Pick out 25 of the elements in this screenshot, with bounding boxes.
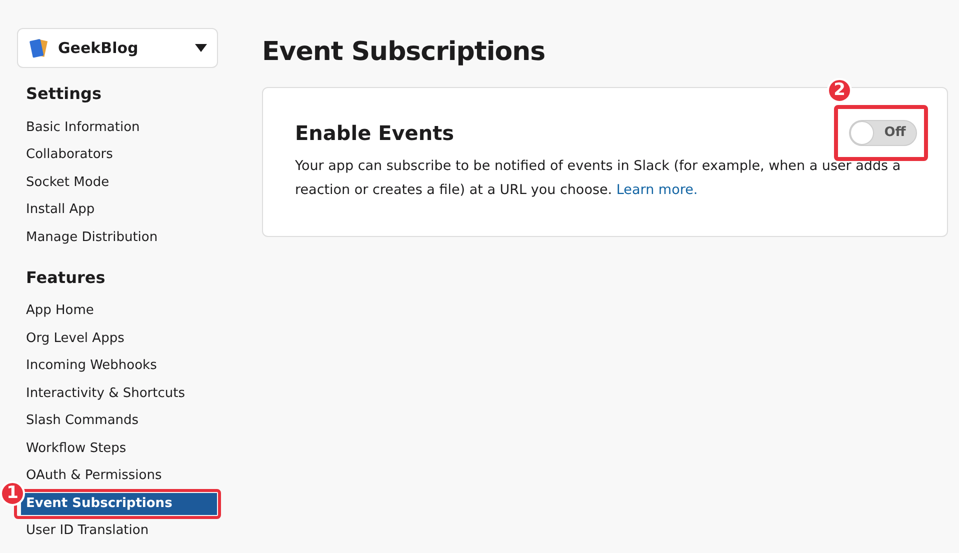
step-badge: 2 — [827, 78, 852, 103]
card-title: Enable Events — [295, 120, 454, 147]
section-heading: Settings — [25, 83, 103, 105]
sidebar-item[interactable]: Basic Information — [21, 116, 217, 139]
app-selector[interactable]: GeekBlog — [17, 28, 218, 68]
sidebar-item[interactable]: Workflow Steps — [21, 438, 217, 460]
sidebar-item[interactable]: User ID Translation — [21, 520, 217, 542]
sidebar-item[interactable]: Interactivity & Shortcuts — [21, 382, 217, 405]
step-badge: 1 — [0, 481, 25, 506]
sidebar-item[interactable]: Manage Distribution — [21, 226, 217, 249]
card-description: Your app can subscribe to be notified of events in Slack (for example, when a user adds a reaction or creates a file) at a URL you choose. Learn more. — [295, 157, 902, 200]
learn-more-link[interactable]: Learn more. — [616, 182, 698, 198]
sidebar-item[interactable]: Slash Commands — [21, 410, 217, 432]
notebook-icon — [28, 37, 50, 59]
sidebar-item[interactable]: Install App — [21, 199, 217, 222]
sidebar-item[interactable]: Socket Mode — [21, 172, 217, 194]
page-title: Event Subscriptions — [262, 36, 546, 69]
section-heading: Features — [25, 266, 106, 288]
sidebar-item[interactable]: Collaborators — [21, 144, 217, 166]
sidebar-item[interactable]: Event Subscriptions — [21, 492, 217, 515]
dropdown-caret-icon — [195, 44, 207, 52]
sidebar-item[interactable]: Org Level Apps — [21, 328, 217, 350]
sidebar-item[interactable]: Incoming Webhooks — [21, 355, 217, 378]
toggle-switch[interactable]: Off — [849, 120, 917, 146]
sidebar-item[interactable]: App Home — [21, 300, 217, 322]
